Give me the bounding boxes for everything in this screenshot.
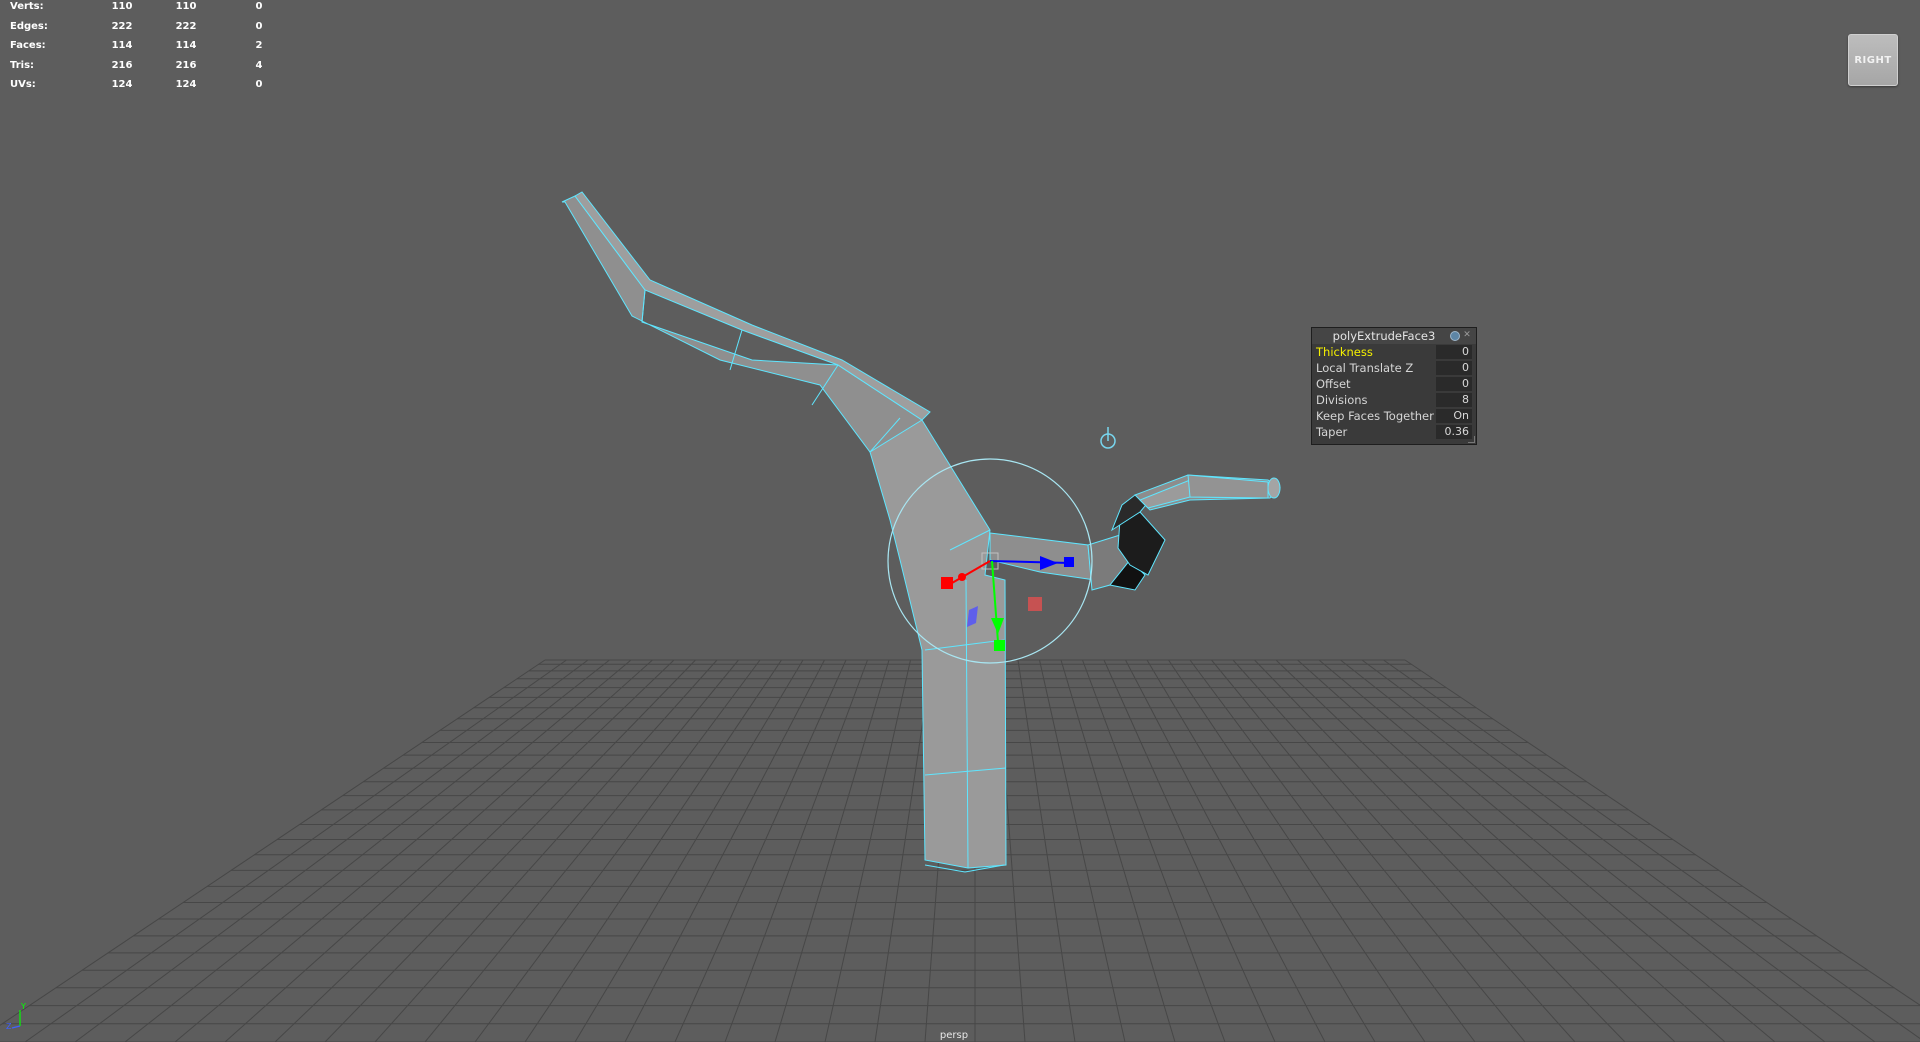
viewport-canvas[interactable] — [0, 0, 1920, 1042]
attribute-label[interactable]: Thickness — [1316, 345, 1373, 359]
axis-y-label: Y — [20, 1002, 26, 1011]
x-axis-handle[interactable] — [941, 577, 953, 589]
pivot-icon[interactable] — [1100, 427, 1116, 449]
hud-value: 4 — [255, 59, 263, 71]
attribute-label[interactable]: Local Translate Z — [1316, 361, 1413, 375]
hud-label: Faces: — [10, 40, 46, 52]
hud-value: 114 — [111, 40, 133, 52]
editor-title[interactable]: polyExtrudeFace3 ✕ — [1312, 328, 1476, 344]
hud-label: Tris: — [10, 59, 35, 71]
attribute-row[interactable]: Local Translate Z 0 — [1312, 360, 1476, 376]
editor-title-text: polyExtrudeFace3 — [1332, 329, 1436, 343]
attribute-value-field[interactable]: 0 — [1436, 377, 1472, 391]
axis-indicator: Y Z — [6, 1002, 26, 1030]
attribute-value-field[interactable]: 0 — [1436, 361, 1472, 375]
hud-label: Verts: — [10, 1, 44, 12]
hud-value: 222 — [111, 20, 133, 32]
attribute-value-field[interactable]: On — [1436, 409, 1472, 423]
attribute-row[interactable]: Taper 0.36 — [1312, 424, 1476, 440]
3d-viewport[interactable] — [0, 0, 1920, 1042]
resize-grip-icon[interactable] — [1468, 436, 1475, 443]
x-axis-arrow[interactable] — [958, 573, 966, 581]
axis-z-icon — [11, 1025, 21, 1029]
plane-handle-xy[interactable] — [1028, 597, 1042, 611]
view-cube-label[interactable]: RIGHT — [1854, 55, 1891, 66]
axis-z-label: Z — [6, 1022, 12, 1030]
attribute-value-field[interactable]: 8 — [1436, 393, 1472, 407]
attribute-row[interactable]: Offset 0 — [1312, 376, 1476, 392]
hud-value: 124 — [111, 79, 133, 91]
hud-label: UVs: — [10, 79, 36, 91]
attribute-label[interactable]: Taper — [1316, 425, 1347, 439]
in-view-editor[interactable]: polyExtrudeFace3 ✕ Thickness 0 Local Trans… — [1311, 327, 1477, 445]
attribute-value-field[interactable]: 0.36 — [1436, 425, 1472, 439]
hud-value: 2 — [255, 40, 263, 52]
attribute-label[interactable]: Divisions — [1316, 393, 1368, 407]
attribute-list: Thickness 0 Local Translate Z 0 Offset 0 Divis… — [1312, 344, 1476, 440]
hud-value: 110 — [111, 1, 133, 12]
camera-name-label: persp — [939, 1030, 969, 1041]
hud-label: Edges: — [10, 20, 48, 32]
close-icon[interactable]: ✕ — [1462, 330, 1472, 341]
attribute-row[interactable]: Divisions 8 — [1312, 392, 1476, 408]
mesh-object[interactable] — [561, 191, 1281, 873]
y-axis-handle[interactable] — [994, 640, 1005, 651]
attribute-label[interactable]: Offset — [1316, 377, 1351, 391]
settings-icon[interactable] — [1450, 331, 1460, 341]
view-cube[interactable]: RIGHT — [1848, 34, 1898, 86]
hud-value: 110 — [175, 1, 197, 12]
hud-value: 0 — [255, 1, 263, 12]
hud-value: 216 — [175, 59, 197, 71]
attribute-value-field[interactable]: 0 — [1436, 345, 1472, 359]
hud-value: 114 — [175, 40, 197, 52]
hud-value: 0 — [255, 20, 263, 32]
hud-value: 124 — [175, 79, 197, 91]
z-axis-handle[interactable] — [1064, 557, 1074, 567]
attribute-row[interactable]: Keep Faces Together On — [1312, 408, 1476, 424]
attribute-row[interactable]: Thickness 0 — [1312, 344, 1476, 360]
hud-value: 222 — [175, 20, 197, 32]
attribute-label[interactable]: Keep Faces Together — [1316, 409, 1434, 423]
hud-value: 0 — [255, 79, 263, 91]
hud-value: 216 — [111, 59, 133, 71]
